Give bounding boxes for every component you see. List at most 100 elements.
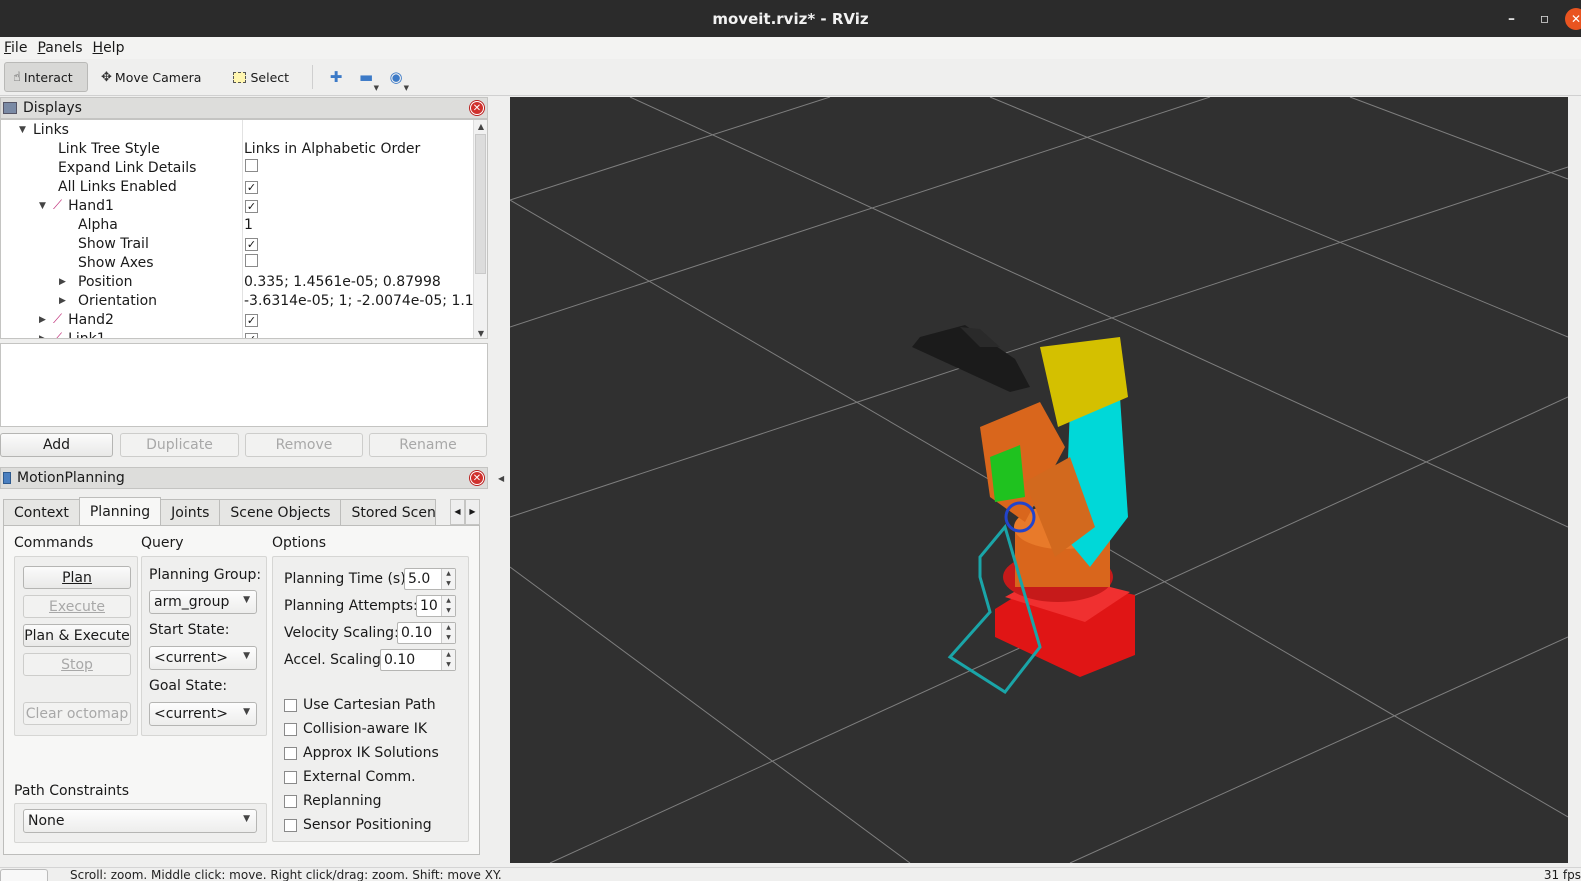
tab-scroll-right-icon[interactable]: ▶ <box>465 499 480 525</box>
rename-display-button[interactable]: Rename <box>369 433 487 457</box>
scroll-up-icon[interactable]: ▲ <box>474 122 487 131</box>
link-icon: ⟋ <box>53 312 63 327</box>
hand2-checkbox[interactable]: ✓ <box>245 313 258 327</box>
tab-planning[interactable]: Planning <box>78 497 162 526</box>
goal-state-select[interactable]: <current> ▼ <box>149 702 257 726</box>
remove-tool-icon[interactable]: ▬ ▼ <box>351 68 381 92</box>
tree-row[interactable]: Expand Link Details <box>1 158 475 177</box>
hand1-checkbox[interactable]: ✓ <box>245 199 258 213</box>
replanning-option[interactable]: Replanning <box>284 793 381 809</box>
dock-splitter[interactable]: ◀ <box>490 97 510 867</box>
render-viewport[interactable] <box>510 97 1568 863</box>
execute-button[interactable]: Execute <box>23 595 131 618</box>
collapse-arrow-icon[interactable]: ◀ <box>498 474 504 483</box>
use-cartesian-path-option[interactable]: Use Cartesian Path <box>284 697 436 713</box>
display-buttons: Add Duplicate Remove Rename <box>0 433 490 457</box>
start-state-label: Start State: <box>149 622 230 638</box>
move-camera-icon: ✥ <box>101 69 112 85</box>
tab-scroll-left-icon[interactable]: ◀ <box>450 499 465 525</box>
velocity-scaling-spinbox[interactable]: 0.10 ▲ ▼ <box>397 622 456 644</box>
spin-arrows-icon[interactable]: ▲ ▼ <box>441 569 455 589</box>
spin-arrows-icon[interactable]: ▲ ▼ <box>441 596 455 616</box>
tab-context[interactable]: Context <box>3 499 80 526</box>
use-cartesian-path-checkbox[interactable] <box>284 698 297 712</box>
spin-arrows-icon[interactable]: ▲ ▼ <box>441 623 455 643</box>
planning-attempts-spinbox[interactable]: 10 ▲ ▼ <box>416 595 456 617</box>
planning-time-label: Planning Time (s): <box>284 571 411 587</box>
minimize-icon[interactable]: – <box>1495 11 1528 27</box>
plan-execute-button[interactable]: Plan & Execute <box>23 624 131 647</box>
path-constraints-select[interactable]: None ▼ <box>23 809 257 833</box>
expand-arrow-icon[interactable]: ▼ <box>19 125 33 135</box>
tab-stored-scenes[interactable]: Stored Scene <box>340 499 437 526</box>
collision-aware-ik-option[interactable]: Collision-aware IK <box>284 721 427 737</box>
select-tool-button[interactable]: Select <box>224 62 298 92</box>
tree-row[interactable]: ▶ Orientation -3.6314e-05; 1; -2.0074e-05… <box>1 291 487 310</box>
expand-link-details-checkbox[interactable] <box>245 159 258 172</box>
expand-arrow-icon[interactable]: ▼ <box>39 201 53 211</box>
duplicate-display-button[interactable]: Duplicate <box>120 433 239 457</box>
tree-row[interactable]: ▶ Position 0.335; 1.4561e-05; 0.87998 <box>1 272 475 291</box>
maximize-icon[interactable]: ▫ <box>1528 11 1561 27</box>
tree-row[interactable]: Show Trail ✓ <box>1 234 475 253</box>
collapsed-arrow-icon[interactable]: ▶ <box>39 334 53 339</box>
approx-ik-option[interactable]: Approx IK Solutions <box>284 745 439 761</box>
move-camera-tool-button[interactable]: ✥ Move Camera <box>92 62 210 92</box>
external-comm-checkbox[interactable] <box>284 770 297 784</box>
window-controls: – ▫ ✕ <box>1495 0 1581 37</box>
sensor-positioning-option[interactable]: Sensor Positioning <box>284 817 432 833</box>
scrollbar-thumb[interactable] <box>475 134 486 274</box>
start-state-select[interactable]: <current> ▼ <box>149 646 257 670</box>
path-constraints-label: Path Constraints <box>14 783 130 799</box>
tree-row[interactable]: Alpha 1 <box>1 215 475 234</box>
displays-tree[interactable]: ▼ Links Link Tree Style Links in Alphabet… <box>0 119 488 339</box>
tree-row[interactable]: Link Tree Style Links in Alphabetic Orde… <box>1 139 475 158</box>
menu-file[interactable]: File <box>0 40 33 56</box>
chevron-down-icon: ▼ <box>243 707 250 717</box>
add-display-button[interactable]: Add <box>0 433 113 457</box>
query-label: Query <box>141 535 184 551</box>
collapsed-arrow-icon[interactable]: ▶ <box>59 296 73 306</box>
tree-row[interactable]: ▼ ⟋ Hand1 ✓ <box>1 196 475 215</box>
all-links-enabled-checkbox[interactable]: ✓ <box>245 180 258 194</box>
planning-group-select[interactable]: arm_group ▼ <box>149 590 257 614</box>
reset-button[interactable] <box>0 869 48 881</box>
planning-time-spinbox[interactable]: 5.0 ▲ ▼ <box>404 568 456 590</box>
sensor-positioning-checkbox[interactable] <box>284 818 297 832</box>
left-dock: Displays ✕ ▼ Links Link Tree Style Links … <box>0 97 490 867</box>
eye-view-icon[interactable]: ◉ ▼ <box>381 68 411 92</box>
link1-checkbox[interactable]: ✓ <box>245 332 258 338</box>
tree-row[interactable]: ▶ ⟋ Hand2 ✓ <box>1 310 475 329</box>
plugin-icon <box>3 472 11 484</box>
external-comm-option[interactable]: External Comm. <box>284 769 416 785</box>
show-axes-checkbox[interactable] <box>245 254 258 267</box>
tree-row[interactable]: Show Axes <box>1 253 475 272</box>
tab-joints[interactable]: Joints <box>160 499 221 526</box>
close-window-icon[interactable]: ✕ <box>1565 7 1581 30</box>
accel-scaling-spinbox[interactable]: 0.10 ▲ ▼ <box>380 649 456 671</box>
collapsed-arrow-icon[interactable]: ▶ <box>39 315 53 325</box>
tree-row[interactable]: ▶ ⟋ Link1 ✓ <box>1 329 475 339</box>
clear-octomap-button[interactable]: Clear octomap <box>23 702 131 725</box>
close-displays-icon[interactable]: ✕ <box>470 101 484 115</box>
spin-arrows-icon[interactable]: ▲ ▼ <box>441 650 455 670</box>
approx-ik-checkbox[interactable] <box>284 746 297 760</box>
close-motion-planning-icon[interactable]: ✕ <box>470 471 484 485</box>
add-tool-icon[interactable]: ✚ <box>321 68 351 86</box>
tab-scene-objects[interactable]: Scene Objects <box>219 499 342 526</box>
tree-row[interactable]: ▼ Links <box>1 120 475 139</box>
menu-panels[interactable]: Panels <box>33 40 88 56</box>
planning-attempts-label: Planning Attempts: <box>284 598 418 614</box>
replanning-checkbox[interactable] <box>284 794 297 808</box>
collapsed-arrow-icon[interactable]: ▶ <box>59 277 73 287</box>
scroll-down-icon[interactable]: ▼ <box>474 329 487 338</box>
tree-scrollbar[interactable]: ▲ ▼ <box>473 120 487 338</box>
menu-help[interactable]: Help <box>89 40 131 56</box>
show-trail-checkbox[interactable]: ✓ <box>245 237 258 251</box>
tree-row[interactable]: All Links Enabled ✓ <box>1 177 475 196</box>
collision-aware-ik-checkbox[interactable] <box>284 722 297 736</box>
interact-tool-button[interactable]: ☝ Interact <box>4 62 88 92</box>
plan-button[interactable]: Plan <box>23 566 131 589</box>
remove-display-button[interactable]: Remove <box>245 433 363 457</box>
stop-button[interactable]: Stop <box>23 653 131 676</box>
